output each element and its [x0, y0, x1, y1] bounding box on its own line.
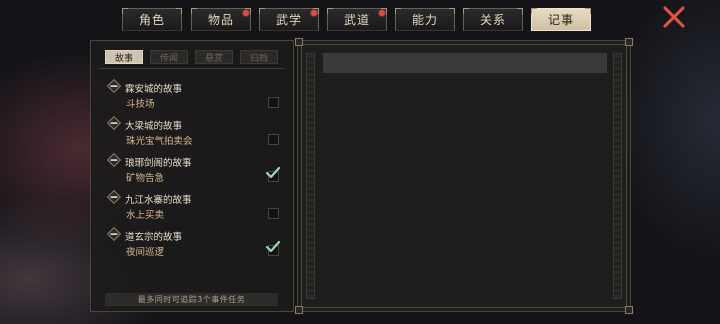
tab-journal[interactable]: 记事	[531, 8, 591, 31]
right-ornament-rail	[613, 53, 622, 299]
tab-label: 武学	[275, 13, 302, 27]
collapse-diamond-icon	[107, 227, 121, 241]
checkmark-icon	[265, 240, 281, 253]
collapse-diamond-icon	[107, 79, 121, 93]
collapse-diamond-icon	[107, 116, 121, 130]
collapse-diamond-icon	[107, 153, 121, 167]
divider	[99, 68, 285, 69]
collapse-diamond-icon	[107, 190, 121, 204]
corner-ornament-icon	[625, 306, 633, 314]
corner-ornament-icon	[295, 306, 303, 314]
tab-label: 武道	[343, 13, 370, 27]
story-item[interactable]: 九江水寨的故事 水上买卖	[107, 190, 282, 226]
subtab-stories[interactable]: 故事	[105, 50, 143, 64]
subtab-label: 归档	[249, 53, 268, 64]
tab-abilities[interactable]: 能力	[395, 8, 455, 31]
close-button[interactable]	[660, 4, 688, 30]
track-checkbox[interactable]	[268, 208, 279, 219]
checkmark-icon	[265, 166, 281, 179]
tab-label: 记事	[547, 13, 574, 27]
subtab-label: 悬赏	[204, 53, 223, 64]
story-list-panel: 故事 传闻 悬赏 归档 霖安城的故事 斗技场 大梁城的故事 珠光宝气拍卖会 琅琊…	[90, 40, 294, 312]
track-checkbox[interactable]	[268, 134, 279, 145]
tab-label: 物品	[207, 13, 234, 27]
subtab-rumors[interactable]: 传闻	[150, 50, 188, 64]
tab-items[interactable]: 物品	[191, 8, 251, 31]
tab-label: 关系	[479, 13, 506, 27]
story-detail-panel	[295, 38, 633, 314]
tracking-limit-text: 最多同时可追踪3个事件任务	[137, 295, 246, 304]
story-task[interactable]: 斗技场	[126, 96, 155, 110]
subtab-archive[interactable]: 归档	[240, 50, 278, 64]
subtab-label: 传闻	[159, 53, 178, 64]
story-task[interactable]: 珠光宝气拍卖会	[126, 133, 193, 147]
subtab-label: 故事	[114, 53, 133, 64]
tab-relations[interactable]: 关系	[463, 8, 523, 31]
left-ornament-rail	[306, 53, 315, 299]
tab-label: 角色	[138, 13, 165, 27]
notification-dot-icon	[379, 10, 385, 16]
tab-martial-way[interactable]: 武道	[327, 8, 387, 31]
subtab-bounties[interactable]: 悬赏	[195, 50, 233, 64]
track-checkbox[interactable]	[268, 97, 279, 108]
story-title: 大梁城的故事	[125, 121, 183, 132]
corner-ornament-icon	[625, 38, 633, 46]
story-task[interactable]: 水上买卖	[126, 207, 164, 221]
story-item[interactable]: 大梁城的故事 珠光宝气拍卖会	[107, 116, 282, 152]
story-task[interactable]: 矿物告急	[126, 170, 164, 184]
corner-ornament-icon	[295, 38, 303, 46]
notification-dot-icon	[243, 10, 249, 16]
story-title: 琅琊剑阁的故事	[125, 158, 192, 169]
tab-martial-arts[interactable]: 武学	[259, 8, 319, 31]
notification-dot-icon	[311, 10, 317, 16]
story-title: 九江水寨的故事	[125, 195, 192, 206]
story-item[interactable]: 道玄宗的故事 夜间巡逻	[107, 227, 282, 263]
story-item[interactable]: 霖安城的故事 斗技场	[107, 79, 282, 115]
story-item[interactable]: 琅琊剑阁的故事 矿物告急	[107, 153, 282, 189]
detail-header-bar	[323, 53, 607, 73]
close-x-icon	[663, 6, 685, 28]
story-title: 道玄宗的故事	[125, 232, 183, 243]
tracking-limit-note: 最多同时可追踪3个事件任务	[105, 293, 278, 306]
story-task[interactable]: 夜间巡逻	[126, 244, 164, 258]
panel-frame	[301, 44, 627, 308]
story-title: 霖安城的故事	[125, 84, 183, 95]
tab-label: 能力	[411, 13, 438, 27]
tab-character[interactable]: 角色	[122, 8, 182, 31]
